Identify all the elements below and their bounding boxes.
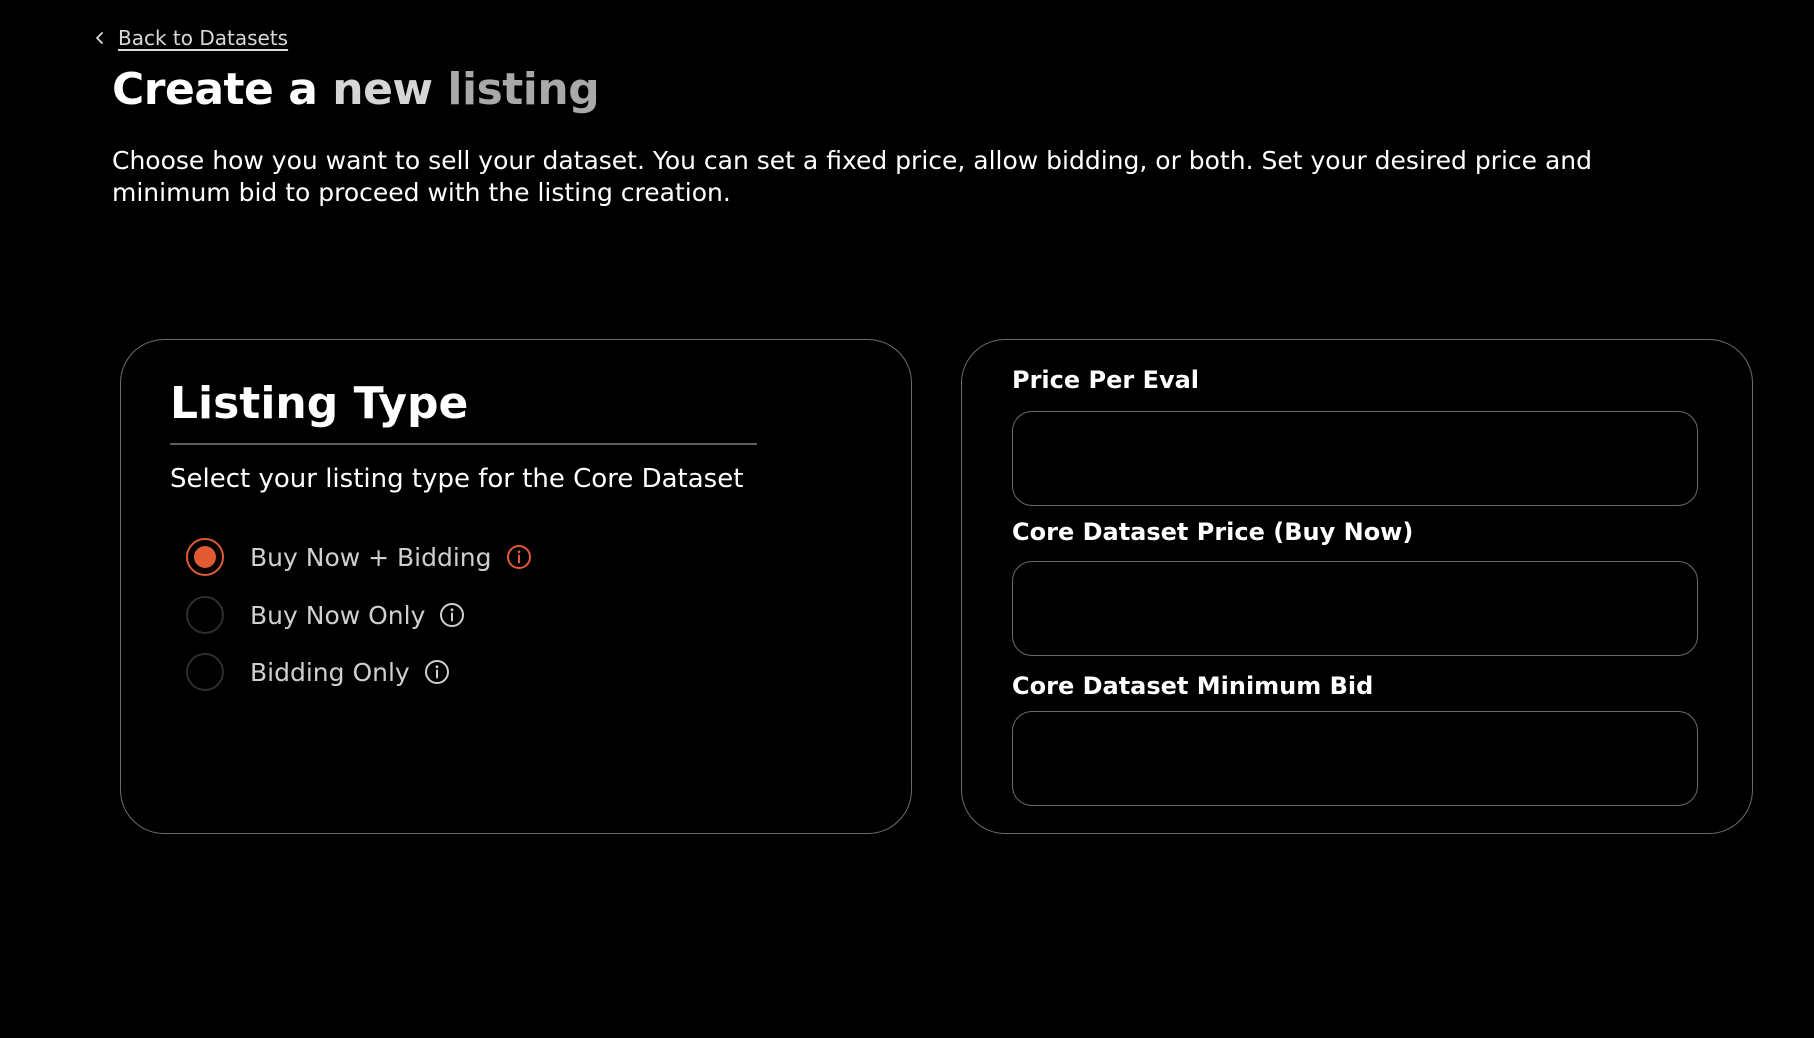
page-title-part-2: new — [332, 64, 433, 115]
page-title-part-3: listing — [447, 64, 600, 115]
price-per-eval-label: Price Per Eval — [1012, 366, 1200, 394]
listing-type-card: Listing Type Select your listing type fo… — [120, 339, 912, 834]
price-per-eval-input[interactable] — [1012, 411, 1698, 506]
minimum-bid-label: Core Dataset Minimum Bid — [1012, 672, 1374, 700]
radio-option-buy-now-bidding[interactable]: Buy Now + Bidding — [186, 538, 532, 576]
radio-button[interactable] — [186, 596, 224, 634]
back-link-label: Back to Datasets — [118, 26, 289, 50]
radio-label: Bidding Only — [250, 657, 410, 687]
listing-type-divider — [170, 443, 757, 445]
buy-now-price-label: Core Dataset Price (Buy Now) — [1012, 518, 1414, 546]
minimum-bid-input[interactable] — [1012, 711, 1698, 806]
info-icon[interactable] — [439, 602, 465, 628]
radio-label: Buy Now Only — [250, 600, 426, 630]
page-description: Choose how you want to sell your dataset… — [112, 146, 1593, 207]
buy-now-price-input[interactable] — [1012, 561, 1698, 656]
listing-type-subtitle: Select your listing type for the Core Da… — [170, 464, 744, 494]
radio-option-buy-now-only[interactable]: Buy Now Only — [186, 596, 465, 634]
radio-button[interactable] — [186, 653, 224, 691]
back-to-datasets-link[interactable]: Back to Datasets — [94, 26, 288, 50]
info-icon[interactable] — [424, 659, 450, 685]
radio-label: Buy Now + Bidding — [250, 542, 492, 572]
listing-type-title: Listing Type — [170, 378, 469, 429]
radio-option-bidding-only[interactable]: Bidding Only — [186, 653, 450, 691]
chevron-left-icon — [94, 30, 106, 46]
radio-button-selected[interactable] — [186, 538, 224, 576]
page-title: Create a new listing — [112, 64, 600, 115]
page-title-part-1: Create a — [112, 64, 318, 115]
info-icon[interactable] — [506, 544, 532, 570]
pricing-card: Price Per Eval Core Dataset Price (Buy N… — [961, 339, 1753, 834]
